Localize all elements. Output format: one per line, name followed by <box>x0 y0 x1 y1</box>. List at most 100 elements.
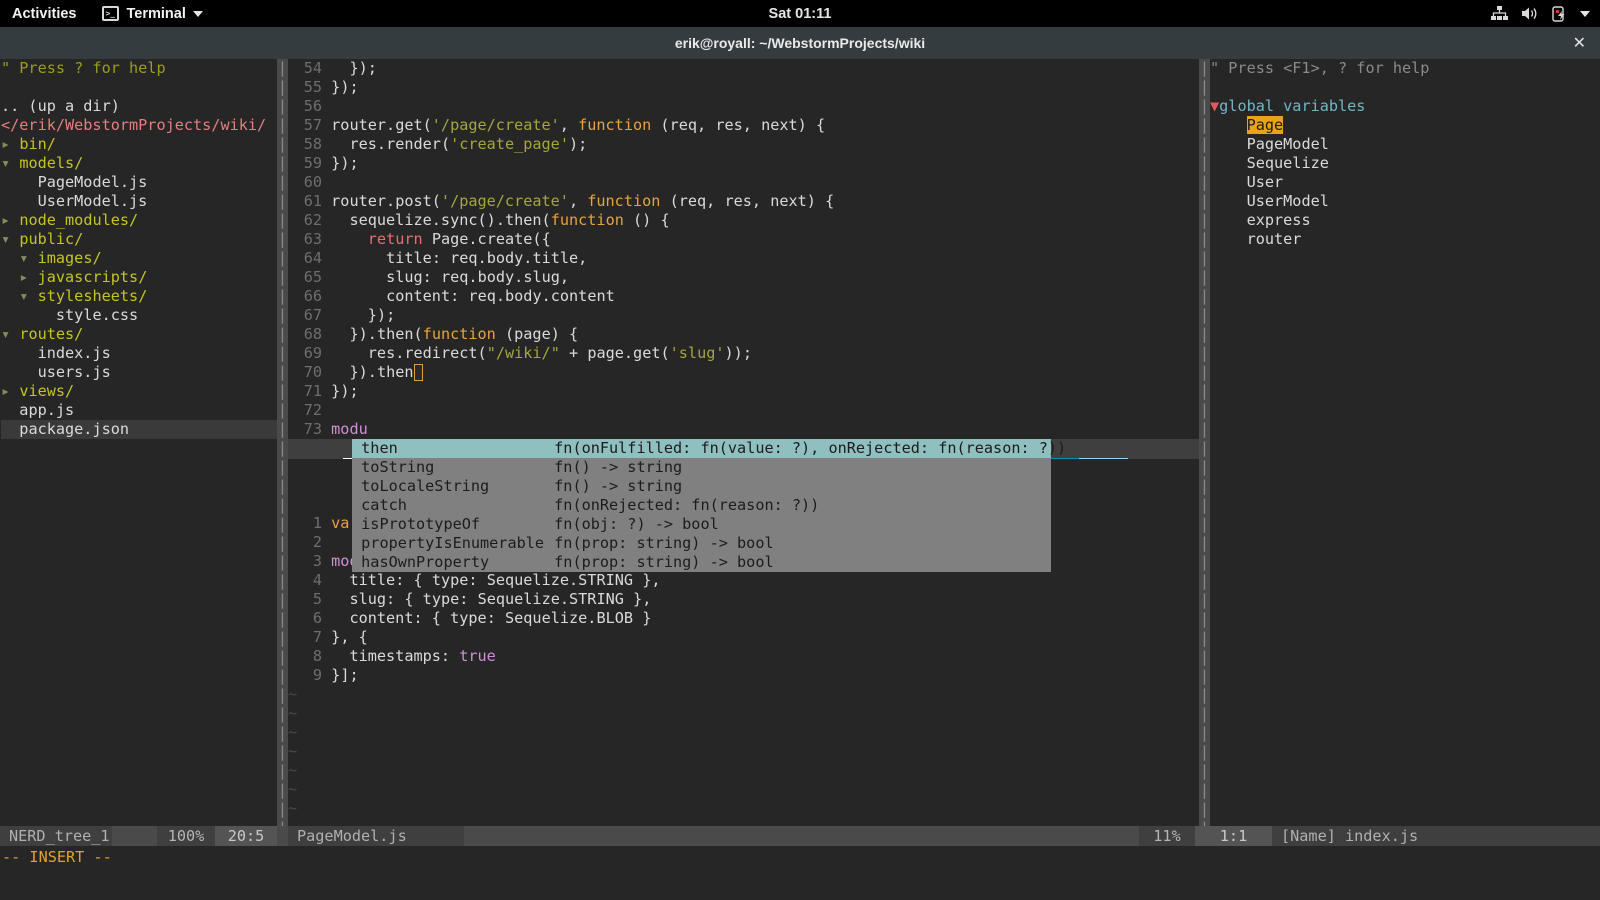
line-number: 65 <box>303 268 322 286</box>
code-line[interactable]: 60 <box>288 173 1199 192</box>
statusline-nerdtree-position: 20:5 <box>215 826 277 846</box>
code-line[interactable]: 54 }); <box>288 59 1199 78</box>
code-line[interactable]: 67 }); <box>288 306 1199 325</box>
tagbar-kind-row[interactable]: ▼global variables <box>1210 97 1600 116</box>
nerdtree-dir-item[interactable]: ▾ models/ <box>1 154 277 173</box>
app-menu-label: Terminal <box>126 5 186 22</box>
triangle-down-icon[interactable]: ▼ <box>1210 97 1219 115</box>
vertical-split-left[interactable]: | | | | | | | | | | | | | | | | | | | | … <box>277 59 288 826</box>
autocomplete-item[interactable]: toLocaleString fn() -> string <box>352 477 1051 496</box>
nerdtree-file-item[interactable]: style.css <box>1 306 277 325</box>
triangle-down-icon[interactable]: ▾ <box>19 249 28 267</box>
triangle-right-icon[interactable]: ▸ <box>1 382 10 400</box>
tray-chevron-down-icon[interactable] <box>1580 10 1590 17</box>
nerdtree-root-path[interactable]: </erik/WebstormProjects/wiki/ <box>1 116 277 135</box>
tagbar-item[interactable]: express <box>1210 211 1600 230</box>
triangle-right-icon[interactable]: ▸ <box>1 211 10 229</box>
nerdtree-dir-item[interactable]: ▾ public/ <box>1 230 277 249</box>
bottom-statuslines: NERD_tree_1 100% 20:5 PageModel.js 11% 1… <box>0 826 1600 846</box>
nerdtree-dir-item[interactable]: ▾ images/ <box>1 249 277 268</box>
code-line[interactable]: 8 timestamps: true <box>288 647 1199 666</box>
tagbar-item[interactable]: router <box>1210 230 1600 249</box>
code-line[interactable]: 7 }, { <box>288 628 1199 647</box>
tagbar-item-label: User <box>1246 173 1284 191</box>
code-line[interactable]: 57 router.get('/page/create', function (… <box>288 116 1199 135</box>
code-line[interactable]: 6 content: { type: Sequelize.BLOB } <box>288 609 1199 628</box>
code-line[interactable]: 73 modu <box>288 420 1199 439</box>
tagbar-item[interactable]: PageModel <box>1210 135 1600 154</box>
nerdtree-item-label: bin/ <box>19 135 56 153</box>
empty-line-marker: ~ <box>288 761 298 779</box>
code-line[interactable]: 65 slug: req.body.slug, <box>288 268 1199 287</box>
code-line[interactable]: 66 content: req.body.content <box>288 287 1199 306</box>
tagbar-item[interactable]: User <box>1210 173 1600 192</box>
autocomplete-item-signature: fn() -> string <box>554 458 683 476</box>
code-line[interactable]: 68 }).then(function (page) { <box>288 325 1199 344</box>
triangle-down-icon[interactable]: ▾ <box>19 287 28 305</box>
autocomplete-item[interactable]: toString fn() -> string <box>352 458 1051 477</box>
nerdtree-dir-item[interactable]: ▾ routes/ <box>1 325 277 344</box>
code-line[interactable]: 72 <box>288 401 1199 420</box>
activities-button[interactable]: Activities <box>12 6 76 22</box>
code-line[interactable]: 70 }).then <box>288 363 1199 382</box>
nerdtree-file-item[interactable]: package.json <box>1 420 277 439</box>
tagbar-item[interactable]: UserModel <box>1210 192 1600 211</box>
close-icon[interactable]: ✕ <box>1573 35 1586 51</box>
code-line[interactable]: 58 res.render('create_page'); <box>288 135 1199 154</box>
vertical-split-right[interactable]: | | | | | | | | | | | | | | | | | | | | … <box>1199 59 1210 826</box>
nerdtree-file-item[interactable]: users.js <box>1 363 277 382</box>
code-line[interactable]: 9 }]; <box>288 666 1199 685</box>
autocomplete-item[interactable]: then fn(onFulfilled: fn(value: ?), onReje… <box>352 439 1066 458</box>
volume-icon[interactable] <box>1521 6 1539 21</box>
statusline-editor-position: 1:1 <box>1195 826 1272 846</box>
tagbar-item[interactable]: Page <box>1210 116 1600 135</box>
code-line[interactable]: 64 title: req.body.title, <box>288 249 1199 268</box>
triangle-right-icon[interactable]: ▸ <box>1 135 10 153</box>
nerdtree-pane[interactable]: " Press ? for help .. (up a dir) </erik/… <box>0 59 277 826</box>
triangle-down-icon[interactable]: ▾ <box>1 230 10 248</box>
triangle-down-icon[interactable]: ▾ <box>1 154 10 172</box>
code-line[interactable]: 55 }); <box>288 78 1199 97</box>
triangle-down-icon[interactable]: ▾ <box>1 325 10 343</box>
clock[interactable]: Sat 01:11 <box>0 6 1600 22</box>
nerdtree-item-label: package.json <box>19 420 130 438</box>
tagbar-item[interactable]: Sequelize <box>1210 154 1600 173</box>
nerdtree-file-item[interactable]: PageModel.js <box>1 173 277 192</box>
line-number: 57 <box>303 116 322 134</box>
triangle-right-icon[interactable]: ▸ <box>19 268 28 286</box>
code-line[interactable]: 4 title: { type: Sequelize.STRING }, <box>288 571 1199 590</box>
network-icon[interactable] <box>1491 6 1508 21</box>
tagbar-pane[interactable]: " Press <F1>, ? for help ▼global variabl… <box>1210 59 1600 826</box>
nerdtree-dir-item[interactable]: ▸ node_modules/ <box>1 211 277 230</box>
nerdtree-dir-item[interactable]: ▸ javascripts/ <box>1 268 277 287</box>
autocomplete-item[interactable]: catch fn(onRejected: fn(reason: ?)) <box>352 496 1051 515</box>
code-line[interactable]: 63 return Page.create({ <box>288 230 1199 249</box>
autocomplete-item[interactable]: isPrototypeOf fn(obj: ?) -> bool <box>352 515 1051 534</box>
code-line[interactable]: 61 router.post('/page/create', function … <box>288 192 1199 211</box>
app-menu-terminal[interactable]: >_ Terminal <box>102 5 203 22</box>
code-line[interactable]: 56 <box>288 97 1199 116</box>
code-line[interactable]: 59 }); <box>288 154 1199 173</box>
nerdtree-dir-item[interactable]: ▾ stylesheets/ <box>1 287 277 306</box>
code-line[interactable]: 5 slug: { type: Sequelize.STRING }, <box>288 590 1199 609</box>
nerdtree-dir-item[interactable]: ▸ bin/ <box>1 135 277 154</box>
autocomplete-popup[interactable]: then fn(onFulfilled: fn(value: ?), onReje… <box>352 439 1066 572</box>
nerdtree-dir-item[interactable]: ▸ views/ <box>1 382 277 401</box>
nerdtree-file-item[interactable]: app.js <box>1 401 277 420</box>
code-line[interactable]: 69 res.redirect("/wiki/" + page.get('slu… <box>288 344 1199 363</box>
line-number: 67 <box>303 306 322 324</box>
line-number: 61 <box>303 192 322 210</box>
vim-command-line[interactable]: -- INSERT -- <box>0 846 1600 868</box>
code-line[interactable]: 71 }); <box>288 382 1199 401</box>
autocomplete-item[interactable]: hasOwnProperty fn(prop: string) -> bool <box>352 553 1051 572</box>
line-number: 73 <box>303 420 322 438</box>
battery-icon[interactable] <box>1552 5 1567 22</box>
nerdtree-item-label: stylesheets/ <box>37 287 148 305</box>
cursor-position-top: 70:7 <box>1079 458 1129 459</box>
nerdtree-up-dir[interactable]: .. (up a dir) <box>1 97 277 116</box>
nerdtree-file-item[interactable]: UserModel.js <box>1 192 277 211</box>
nerdtree-item-label: public/ <box>19 230 84 248</box>
code-line[interactable]: 62 sequelize.sync().then(function () { <box>288 211 1199 230</box>
nerdtree-file-item[interactable]: index.js <box>1 344 277 363</box>
autocomplete-item[interactable]: propertyIsEnumerable fn(prop: string) -> … <box>352 534 1051 553</box>
